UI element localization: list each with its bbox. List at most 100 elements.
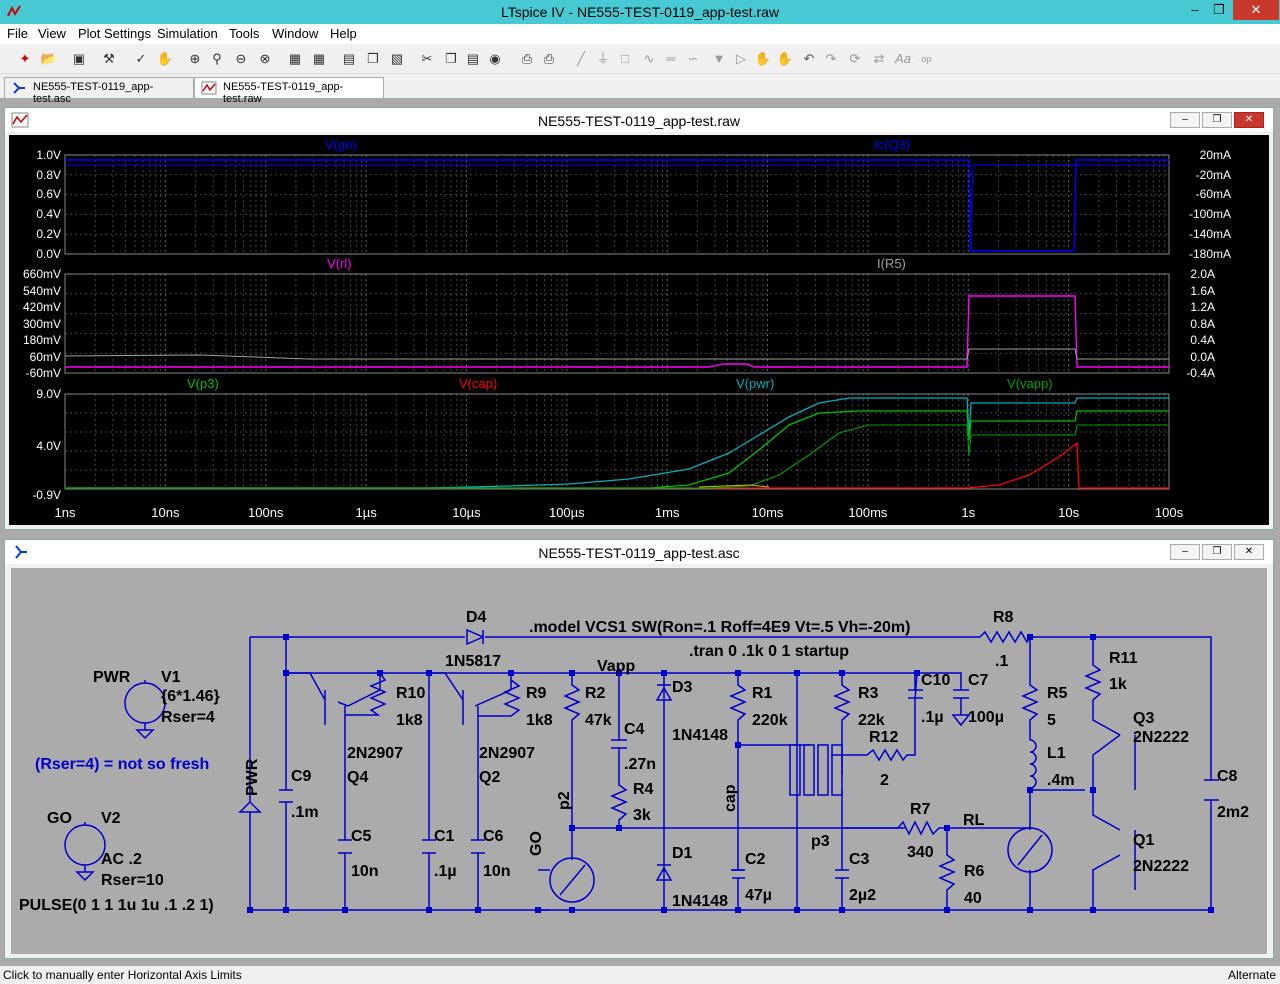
- v1-name[interactable]: V1: [161, 669, 181, 686]
- tran-directive[interactable]: .tran 0 .1k 0 1 startup: [689, 643, 849, 660]
- open-icon[interactable]: 📂: [40, 50, 58, 68]
- r1-name[interactable]: R1: [752, 685, 773, 702]
- waveform-plot[interactable]: V(go) Ic(Q3) V(rl) I(R5) V(p3) V(cap) V(…: [9, 135, 1269, 525]
- c6-value[interactable]: 10n: [483, 863, 511, 880]
- inductor-icon[interactable]: ∽: [684, 50, 702, 68]
- x-tick-label[interactable]: 100ms: [848, 505, 888, 520]
- menu-help[interactable]: Help: [330, 26, 357, 41]
- x-tick-label[interactable]: 10µs: [452, 505, 481, 520]
- r12-value[interactable]: 2: [880, 772, 889, 789]
- resistor-icon[interactable]: ∿: [640, 50, 658, 68]
- c4-name[interactable]: C4: [624, 721, 645, 738]
- r2-value[interactable]: 47k: [585, 712, 612, 729]
- zoom-out-icon[interactable]: ⊖: [232, 50, 250, 68]
- menu-tools[interactable]: Tools: [229, 26, 259, 41]
- print-icon[interactable]: ⎙: [540, 50, 558, 68]
- label-ic-q3[interactable]: Ic(Q3): [874, 137, 910, 152]
- x-tick-label[interactable]: 100µs: [549, 505, 585, 520]
- r8-value[interactable]: .1: [995, 653, 1008, 670]
- x-tick-label[interactable]: 10s: [1058, 505, 1079, 520]
- d1-name[interactable]: D1: [672, 845, 693, 862]
- v2-name[interactable]: V2: [101, 810, 121, 827]
- x-tick-label[interactable]: 10ms: [752, 505, 784, 520]
- copy-icon[interactable]: ❐: [442, 50, 460, 68]
- pwr-flag-label[interactable]: PWR: [244, 758, 261, 796]
- wire-icon[interactable]: ╱: [572, 50, 590, 68]
- q1-value[interactable]: 2N2222: [1133, 858, 1189, 875]
- mirror-icon[interactable]: ⇄: [870, 50, 888, 68]
- tile-horizontal-icon[interactable]: ▤: [340, 50, 358, 68]
- net-p3[interactable]: p3: [811, 833, 830, 850]
- r1-value[interactable]: 220k: [752, 712, 788, 729]
- r11-name[interactable]: R11: [1109, 650, 1138, 667]
- r4-value[interactable]: 3k: [633, 807, 651, 824]
- x-tick-label[interactable]: 10ns: [151, 505, 180, 520]
- menu-view[interactable]: View: [38, 26, 66, 41]
- battery-comment[interactable]: (Rser=4) = not so fresh: [35, 756, 209, 773]
- c10-name[interactable]: C10: [921, 672, 950, 689]
- schematic-canvas[interactable]: D4 1N5817 .model VCS1 SW(Ron=.1 Roff=4E9…: [11, 568, 1267, 954]
- redo-icon[interactable]: ↷: [822, 50, 840, 68]
- c3-value[interactable]: 2µ2: [849, 887, 876, 904]
- waveform-minimize-icon[interactable]: –: [1170, 112, 1200, 128]
- r2-name[interactable]: R2: [585, 685, 606, 702]
- v1-value[interactable]: {6*1.46}: [161, 688, 220, 705]
- c2-value[interactable]: 47µ: [745, 887, 772, 904]
- d3-name[interactable]: D3: [672, 679, 693, 696]
- d3-value[interactable]: 1N4148: [672, 727, 728, 744]
- close-icon[interactable]: ✕: [1233, 0, 1279, 20]
- x-tick-label[interactable]: 100ns: [248, 505, 284, 520]
- r9-value[interactable]: 1k8: [526, 712, 553, 729]
- c7-value[interactable]: 100µ: [968, 709, 1004, 726]
- q4-value[interactable]: 2N2907: [347, 745, 403, 762]
- rl-label[interactable]: RL: [963, 812, 985, 829]
- zoom-area-icon[interactable]: ⚲: [208, 50, 226, 68]
- d1-value[interactable]: 1N4148: [672, 893, 728, 910]
- c7-name[interactable]: C7: [968, 672, 989, 689]
- r9-name[interactable]: R9: [526, 685, 547, 702]
- go-switch-label[interactable]: GO: [528, 831, 545, 856]
- zoom-fit-icon[interactable]: ⊗: [256, 50, 274, 68]
- c9-value[interactable]: .1m: [291, 804, 319, 821]
- menu-file[interactable]: File: [7, 26, 28, 41]
- x-tick-label[interactable]: 100s: [1155, 505, 1184, 520]
- label-i-r5[interactable]: I(R5): [877, 256, 906, 271]
- print-preview-icon[interactable]: ⎙: [518, 50, 536, 68]
- c8-name[interactable]: C8: [1217, 768, 1238, 785]
- schematic-restore-icon[interactable]: ❐: [1202, 544, 1232, 560]
- r7-name[interactable]: R7: [910, 801, 931, 818]
- label-v-cap[interactable]: V(cap): [459, 376, 497, 391]
- undo-icon[interactable]: ↶: [800, 50, 818, 68]
- rotate-icon[interactable]: ⟳: [846, 50, 864, 68]
- r5-value[interactable]: 5: [1047, 712, 1056, 729]
- label-v-go[interactable]: V(go): [325, 137, 357, 152]
- v2-pulse[interactable]: PULSE(0 1 1 1u 1u .1 .2 1): [19, 897, 214, 914]
- find-icon[interactable]: ◉: [486, 50, 504, 68]
- r3-name[interactable]: R3: [858, 685, 879, 702]
- r10-value[interactable]: 1k8: [396, 712, 423, 729]
- model-directive[interactable]: .model VCS1 SW(Ron=.1 Roff=4E9 Vt=.5 Vh=…: [529, 619, 910, 636]
- c2-name[interactable]: C2: [745, 851, 766, 868]
- v1-rser[interactable]: Rser=4: [161, 709, 215, 726]
- pwr-label[interactable]: PWR: [93, 669, 131, 686]
- autorange-icon[interactable]: ▦: [286, 50, 304, 68]
- c8-value[interactable]: 2m2: [1217, 804, 1249, 821]
- c3-name[interactable]: C3: [849, 851, 870, 868]
- tab-schematic[interactable]: NE555-TEST-0119_app-test.asc: [4, 77, 194, 105]
- tile-vertical-icon[interactable]: ▧: [388, 50, 406, 68]
- c4-value[interactable]: .27n: [624, 756, 656, 773]
- q1-name[interactable]: Q1: [1133, 832, 1154, 849]
- ground-icon[interactable]: ⏚: [594, 50, 612, 68]
- v2-ac[interactable]: AC .2: [101, 851, 142, 868]
- move-icon[interactable]: ✋: [754, 50, 772, 68]
- tab-waveform[interactable]: NE555-TEST-0119_app-test.raw: [194, 77, 384, 105]
- r3-value[interactable]: 22k: [858, 712, 885, 729]
- net-p2[interactable]: p2: [556, 791, 573, 810]
- r7-value[interactable]: 340: [907, 844, 934, 861]
- component-icon[interactable]: ▷: [732, 50, 750, 68]
- run-icon[interactable]: ✓: [132, 50, 150, 68]
- vapp-label[interactable]: Vapp: [597, 658, 635, 675]
- q3-value[interactable]: 2N2222: [1133, 729, 1189, 746]
- x-tick-label[interactable]: 1ns: [55, 505, 76, 520]
- label-net-icon[interactable]: □: [616, 50, 634, 68]
